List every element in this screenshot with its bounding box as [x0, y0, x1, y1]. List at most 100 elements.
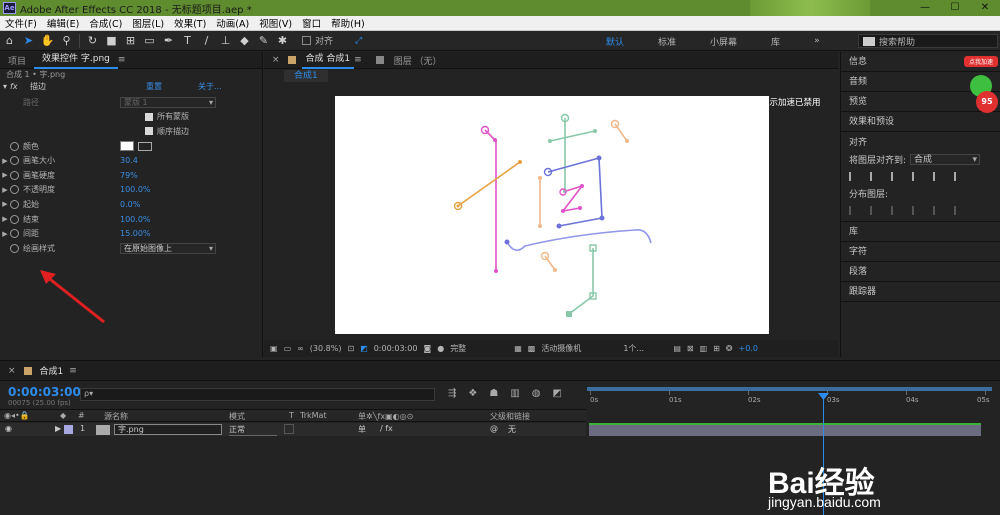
stopwatch-icon[interactable] — [10, 229, 19, 239]
layer-name[interactable]: 字.png — [114, 424, 222, 435]
camera-tool-icon[interactable]: ■ — [102, 32, 121, 49]
expand-triangle-icon[interactable]: ▶ — [55, 424, 61, 433]
align-to-dropdown[interactable]: 合成 — [910, 154, 981, 165]
align-right-icon[interactable] — [891, 172, 903, 181]
layer-label-color[interactable] — [64, 425, 73, 434]
panel-tracker[interactable]: 跟踪器 — [841, 282, 1000, 302]
effect-reset-link[interactable]: 重置 — [146, 81, 198, 92]
vr-glasses-icon[interactable]: ∞ — [297, 344, 304, 353]
graph-editor-icon[interactable]: ◩ — [553, 388, 562, 399]
stopwatch-icon[interactable] — [10, 214, 19, 224]
clone-stamp-tool-icon[interactable]: ⊥ — [216, 32, 235, 49]
layer-row[interactable]: ◉ ▶ 1 字.png 正常 单 / fx @ 无 — [0, 423, 586, 436]
maximize-button[interactable]: ☐ — [940, 0, 970, 16]
3d-view-icon[interactable]: ▩ — [528, 344, 536, 353]
workspace-library[interactable]: 库 — [771, 35, 780, 48]
layer-mode-dropdown[interactable]: 正常 — [229, 424, 277, 436]
resolution-dropdown[interactable]: 完整 — [450, 343, 508, 354]
rectangle-tool-icon[interactable]: ▭ — [140, 32, 159, 49]
preserve-transparency-checkbox[interactable] — [284, 424, 294, 434]
transparency-grid-icon[interactable]: ▦ — [514, 344, 522, 353]
align-left-icon[interactable] — [849, 172, 861, 181]
puppet-tool-icon[interactable]: ✱ — [273, 32, 292, 49]
menu-layer[interactable]: 图层(L) — [127, 16, 169, 30]
align-title[interactable]: 对齐 — [849, 135, 992, 148]
exposure-value[interactable]: +0.0 — [739, 344, 758, 353]
pan-behind-tool-icon[interactable]: ⊞ — [121, 32, 140, 49]
path-dropdown[interactable]: 蒙版 1 — [120, 96, 216, 108]
timeline-search-input[interactable]: ρ▾ — [80, 388, 435, 401]
roto-brush-tool-icon[interactable]: ✎ — [254, 32, 273, 49]
work-area-bar[interactable] — [587, 387, 992, 391]
home-icon[interactable]: ⌂ — [0, 32, 19, 49]
stopwatch-icon[interactable] — [10, 156, 19, 166]
brush-tool-icon[interactable]: / — [197, 32, 216, 49]
distribute-hcenter-icon[interactable] — [933, 206, 945, 215]
comp-mini-flowchart-icon[interactable]: ⇶ — [448, 388, 456, 399]
tab-composition[interactable]: 合成 合成1 — [301, 52, 355, 69]
menu-view[interactable]: 视图(V) — [254, 16, 297, 30]
menu-animation[interactable]: 动画(A) — [211, 16, 254, 30]
hand-tool-icon[interactable]: ✋ — [38, 32, 57, 49]
close-tab-icon[interactable]: × — [8, 366, 16, 376]
paint-style-dropdown[interactable]: 在原始图像上 — [120, 242, 216, 254]
current-time-display[interactable]: 0:00:03:00 — [374, 344, 418, 353]
all-masks-checkbox[interactable] — [145, 112, 153, 121]
eraser-tool-icon[interactable]: ◆ — [235, 32, 254, 49]
draft-3d-icon[interactable]: ❖ — [468, 388, 477, 399]
stopwatch-icon[interactable] — [10, 185, 19, 195]
expand-triangle-icon[interactable]: ▶ — [0, 157, 10, 165]
always-preview-icon[interactable]: ▣ — [270, 344, 278, 353]
comp-subtab[interactable]: 合成1 — [284, 70, 328, 82]
sequential-checkbox[interactable] — [145, 127, 153, 136]
speedup-badge[interactable]: 点我加速 95 — [964, 56, 998, 126]
tab-effect-controls[interactable]: 效果控件 字.png — [34, 52, 118, 69]
col-parent[interactable]: 父级和链接 — [490, 411, 530, 422]
color-channel-icon[interactable]: ● — [437, 344, 444, 353]
effect-header-row[interactable]: ▾ fx 描边 重置 关于... — [0, 81, 262, 92]
pickwhip-icon[interactable]: @ — [490, 424, 498, 433]
align-hcenter-icon[interactable] — [870, 172, 882, 181]
effect-switch-icon[interactable]: / fx — [380, 424, 393, 433]
stopwatch-icon[interactable] — [10, 141, 19, 151]
expand-triangle-icon[interactable]: ▶ — [0, 171, 10, 179]
motion-blur-icon[interactable]: ◍ — [532, 388, 541, 399]
tab-layer[interactable]: 图层 （无） — [390, 54, 446, 67]
layer-duration-bar[interactable] — [589, 423, 981, 436]
parent-dropdown[interactable]: 无 — [508, 424, 516, 435]
distribute-vcenter-icon[interactable] — [870, 206, 882, 215]
close-tab-icon[interactable]: × — [264, 55, 288, 65]
timeline-icon[interactable]: ▥ — [700, 344, 708, 353]
shy-layers-icon[interactable]: ☗ — [489, 388, 498, 399]
timeline-tab[interactable]: 合成1 — [40, 364, 64, 377]
distribute-left-icon[interactable] — [912, 206, 924, 215]
frame-blending-icon[interactable]: ▥ — [510, 388, 519, 399]
fast-previews-icon[interactable]: ⊠ — [687, 344, 694, 353]
menu-composition[interactable]: 合成(C) — [84, 16, 127, 30]
panel-paragraph[interactable]: 段落 — [841, 262, 1000, 282]
close-button[interactable]: ✕ — [970, 0, 1000, 16]
stopwatch-icon[interactable] — [10, 170, 19, 180]
expand-triangle-icon[interactable]: ▶ — [0, 215, 10, 223]
panel-menu-icon[interactable]: ≡ — [69, 366, 77, 376]
col-source-name[interactable]: 源名称 — [104, 411, 128, 422]
workspace-more-icon[interactable]: » — [814, 36, 820, 46]
collapse-switch-icon[interactable]: 单 — [358, 424, 366, 435]
col-mode[interactable]: 模式 — [229, 411, 245, 422]
align-vcenter-icon[interactable] — [933, 172, 945, 181]
fit-icon[interactable]: ⊡ — [347, 344, 354, 353]
workspace-small-screen[interactable]: 小屏幕 — [710, 35, 737, 48]
expand-triangle-icon[interactable]: ▶ — [0, 200, 10, 208]
visibility-eye-icon[interactable]: ◉ — [5, 424, 12, 433]
text-tool-icon[interactable]: T — [178, 32, 197, 49]
minimize-button[interactable]: — — [910, 0, 940, 16]
panel-menu-icon[interactable]: ≡ — [118, 55, 126, 65]
prop-value-opacity[interactable]: 100.0% — [120, 185, 151, 194]
tab-project[interactable]: 项目 — [0, 54, 34, 67]
workspace-default[interactable]: 默认 — [606, 35, 624, 48]
rotate-tool-icon[interactable]: ↻ — [83, 32, 102, 49]
snap-options-icon[interactable]: ⤢ — [355, 36, 362, 46]
timeline-timecode[interactable]: 0:00:03:00 — [8, 385, 81, 399]
prop-value-end[interactable]: 100.0% — [120, 215, 151, 224]
expand-triangle-icon[interactable]: ▶ — [0, 186, 10, 194]
